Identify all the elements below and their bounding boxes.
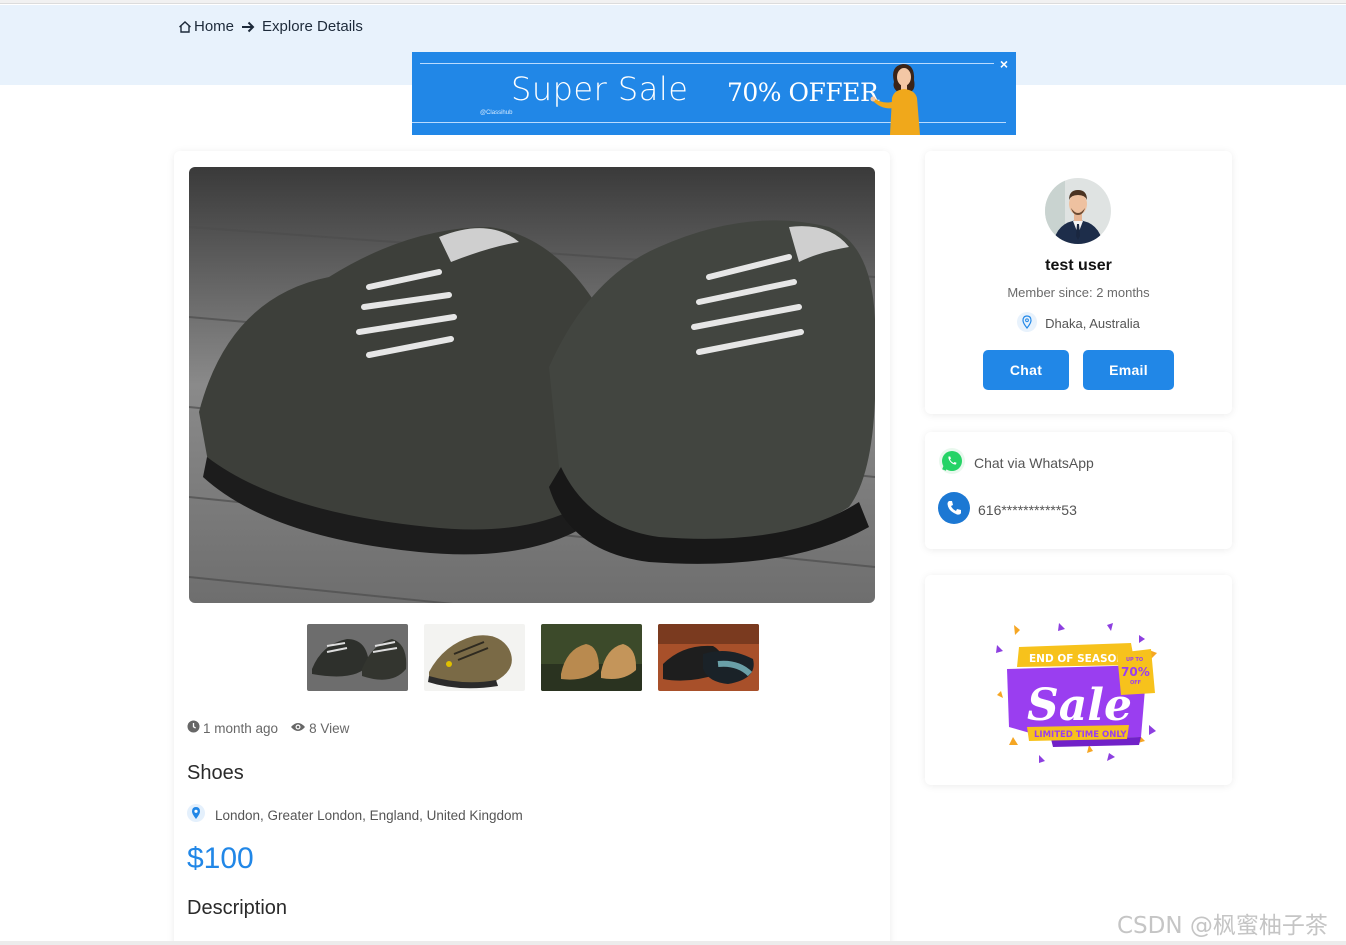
seller-avatar	[1045, 178, 1111, 244]
view-count-label: 8 View	[309, 720, 350, 736]
phone-number-link[interactable]: 616***********53	[938, 492, 1077, 527]
view-count: 8 View	[290, 721, 349, 736]
email-button[interactable]: Email	[1083, 350, 1174, 390]
sale-graphic: END OF SEASON Sale UP TO 70% OFF LIMITED…	[989, 595, 1169, 770]
main-product-image[interactable]	[189, 167, 875, 603]
ad-off: OFF	[1130, 680, 1141, 686]
listing-title: Shoes	[187, 762, 244, 784]
seller-name: test user	[1045, 257, 1112, 274]
location-pin-icon	[187, 804, 205, 827]
description-heading: Description	[187, 897, 288, 919]
ad-end-of-season: END OF SEASON	[1029, 653, 1125, 665]
eye-icon	[290, 721, 306, 736]
chat-button[interactable]: Chat	[983, 350, 1069, 390]
thumbnail-4[interactable]	[658, 624, 759, 691]
whatsapp-icon	[938, 447, 966, 478]
breadcrumb-home-label: Home	[194, 18, 235, 35]
listing-price: $100	[187, 842, 254, 875]
arrow-right-icon	[240, 20, 256, 34]
banner-brand: @Classihub	[480, 110, 513, 116]
breadcrumb-home-link[interactable]: Home	[178, 18, 234, 35]
listing-location-label: London, Greater London, England, United …	[215, 808, 523, 823]
seller-card: test user Member since: 2 months Dhaka, …	[925, 151, 1232, 414]
ad-up-to: UP TO	[1126, 657, 1143, 663]
member-since: Member since: 2 months	[1007, 285, 1150, 300]
clock-icon	[187, 720, 200, 736]
posted-time: 1 month ago	[187, 720, 278, 736]
ad-sale-word: Sale	[1027, 680, 1132, 731]
seller-location-label: Dhaka, Australia	[1045, 316, 1140, 331]
banner-headline: Super Sale	[511, 70, 689, 108]
top-border	[0, 0, 1346, 4]
breadcrumb: Home Explore Details	[178, 18, 363, 35]
super-sale-banner[interactable]: Super Sale 70% OFFER @Classihub ×	[412, 52, 1016, 135]
csdn-watermark: CSDN @枫蜜柚子茶	[1117, 913, 1328, 939]
ad-badge-percent: 70%	[1121, 665, 1150, 679]
contact-card: Chat via WhatsApp 616***********53	[925, 432, 1232, 549]
banner-offer: 70% OFFER	[727, 78, 879, 107]
season-sale-ad[interactable]: END OF SEASON Sale UP TO 70% OFF LIMITED…	[925, 575, 1232, 785]
banner-close-button[interactable]: ×	[994, 54, 1014, 74]
thumbnail-1[interactable]	[307, 624, 408, 691]
phone-number: 616***********53	[978, 501, 1077, 518]
listing-meta: 1 month ago 8 View	[187, 720, 349, 736]
seller-location: Dhaka, Australia	[925, 312, 1232, 335]
listing-card: 1 month ago 8 View Shoes London, Greater…	[174, 151, 890, 945]
thumbnail-3[interactable]	[541, 624, 642, 691]
banner-woman-illustration	[870, 58, 936, 135]
thumbnail-strip	[307, 624, 759, 691]
ad-limited-time: LIMITED TIME ONLY	[1034, 730, 1127, 740]
home-icon	[178, 20, 192, 34]
location-pin-icon	[1017, 312, 1038, 335]
bottom-border	[0, 941, 1346, 945]
whatsapp-chat-link[interactable]: Chat via WhatsApp	[938, 447, 1094, 478]
thumbnail-2[interactable]	[424, 624, 525, 691]
breadcrumb-current: Explore Details	[262, 18, 363, 35]
phone-icon	[938, 492, 970, 527]
whatsapp-label: Chat via WhatsApp	[974, 454, 1094, 471]
posted-time-label: 1 month ago	[203, 720, 279, 736]
listing-location: London, Greater London, England, United …	[187, 804, 523, 827]
